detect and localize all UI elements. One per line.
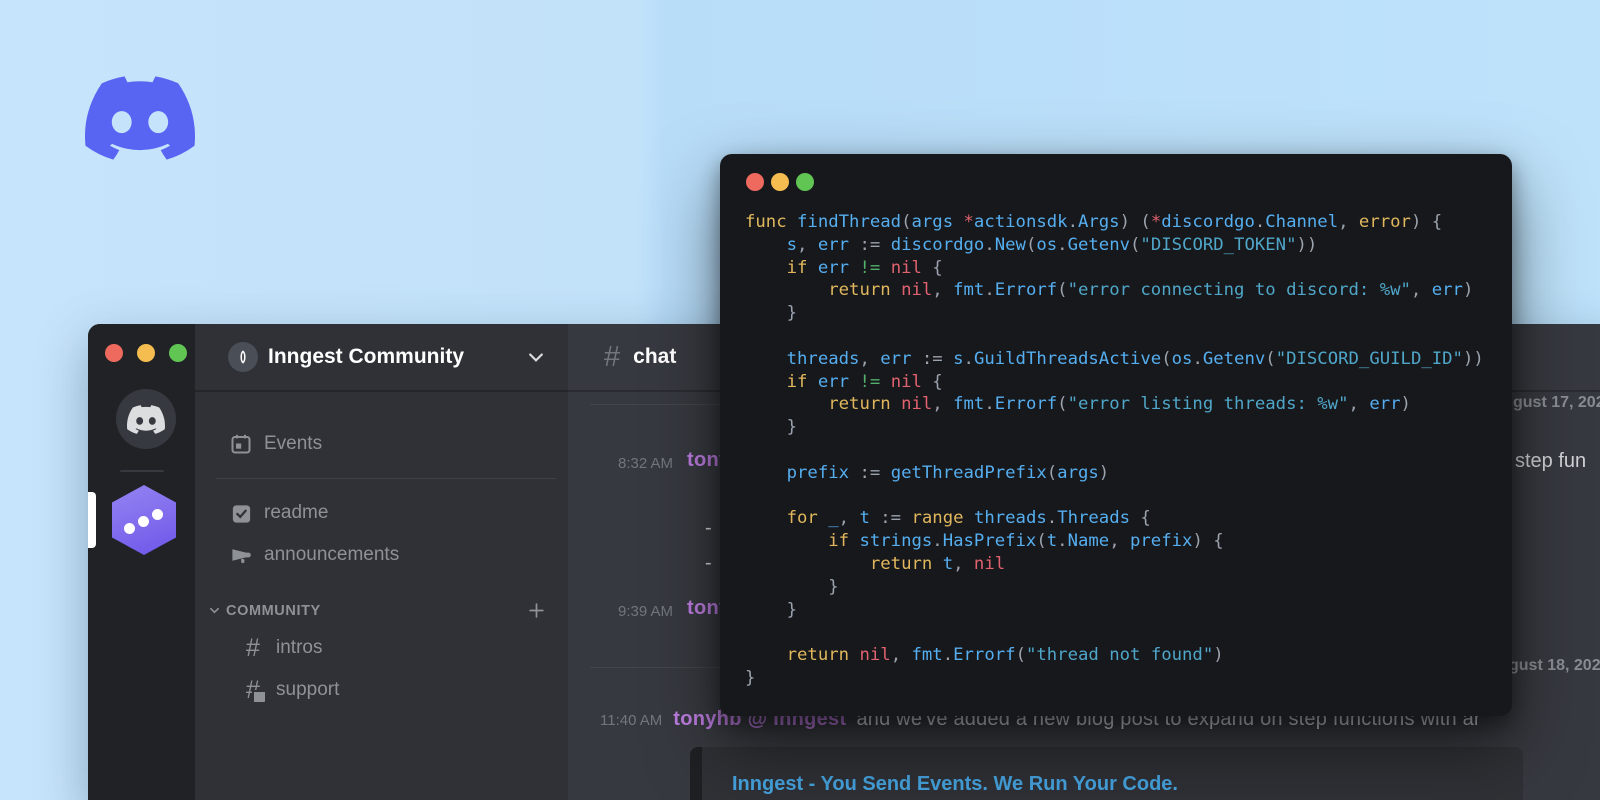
code-line: return t, nil	[869, 553, 1006, 574]
code-line: return nil, fmt.Errorf("thread not found…	[786, 645, 1224, 666]
code-line: }	[745, 599, 798, 620]
server-header[interactable]: Inngest Community	[195, 324, 568, 392]
hash-chat-icon: #	[240, 677, 267, 704]
community-badge-icon	[228, 342, 258, 372]
code-line: if strings.HasPrefix(t.Name, prefix) {	[828, 531, 1224, 552]
list-marker: -	[705, 552, 712, 574]
code-line: if err != nil {	[786, 371, 943, 392]
megaphone-icon	[228, 542, 254, 568]
hash-icon: #	[246, 633, 260, 662]
active-server-pill	[88, 492, 96, 548]
zoom-button[interactable]	[796, 173, 814, 191]
channel-label: announcements	[264, 544, 400, 565]
chat-channel-name: chat	[633, 345, 677, 368]
channel-intros[interactable]: # intros	[228, 628, 556, 668]
server-rail	[88, 324, 195, 800]
list-marker: -	[705, 517, 712, 539]
message-timestamp: 9:39 AM	[618, 603, 674, 620]
channel-announcements[interactable]: announcements	[216, 535, 556, 575]
minimize-button[interactable]	[137, 344, 155, 362]
calendar-icon	[228, 431, 254, 457]
close-button[interactable]	[746, 173, 764, 191]
link-embed: Inngest - You Send Events. We Run Your C…	[690, 747, 1523, 800]
embed-link-title[interactable]: Inngest - You Send Events. We Run Your C…	[732, 773, 1523, 796]
code-line: }	[745, 667, 756, 688]
code-line: }	[745, 576, 839, 597]
date-divider-label: gust 18, 202	[1502, 657, 1600, 675]
code-line: s, err := discordgo.New(os.Getenv("DISCO…	[786, 234, 1318, 255]
code-line: for _, t := range threads.Threads {	[786, 508, 1151, 529]
code-line: return nil, fmt.Errorf("error listing th…	[828, 394, 1411, 415]
channel-support[interactable]: # support	[228, 670, 556, 710]
channel-label: support	[276, 679, 340, 700]
inngest-logo-dot	[152, 509, 163, 520]
message-timestamp: 8:32 AM	[618, 455, 674, 472]
channel-list: Events readme announcements COMMUNITY # …	[195, 392, 568, 712]
minimize-button[interactable]	[771, 173, 789, 191]
discord-logo	[85, 76, 195, 160]
discord-mark-icon	[127, 404, 165, 434]
message-timestamp: 11:40 AM	[600, 712, 663, 729]
close-button[interactable]	[105, 344, 123, 362]
message-text-fragment: step fun	[1515, 450, 1587, 472]
create-channel-plus-icon[interactable]	[527, 601, 546, 620]
code-line: if err != nil {	[786, 257, 943, 278]
rail-separator	[120, 470, 164, 472]
zoom-button[interactable]	[169, 344, 187, 362]
channel-label: Events	[264, 433, 323, 454]
code-line: return nil, fmt.Errorf("error connecting…	[828, 280, 1474, 301]
channel-readme[interactable]: readme	[216, 493, 556, 533]
category-label: COMMUNITY	[226, 602, 321, 619]
inngest-server-button[interactable]	[112, 485, 176, 555]
code-editor-content: func findThread(args *actionsdk.Args) (*…	[745, 211, 1504, 706]
inngest-logo-dot	[124, 523, 135, 534]
channel-label: readme	[264, 502, 329, 523]
inngest-logo-dot	[138, 516, 149, 527]
category-community[interactable]: COMMUNITY	[209, 601, 546, 620]
code-line: }	[745, 303, 798, 324]
readme-check-icon	[228, 500, 254, 526]
channel-events[interactable]: Events	[216, 424, 556, 464]
hero-stage: Inngest Community Events readme announce…	[0, 0, 1600, 800]
date-divider-label: gust 17, 202	[1506, 394, 1600, 412]
server-name: Inngest Community	[268, 345, 465, 368]
code-line: threads, err := s.GuildThreadsActive(os.…	[786, 348, 1484, 369]
code-line: }	[745, 417, 798, 438]
discord-home-button[interactable]	[116, 389, 176, 449]
hash-icon: #	[604, 340, 621, 373]
code-line: func findThread(args *actionsdk.Args) (*…	[745, 212, 1443, 232]
code-window: func findThread(args *actionsdk.Args) (*…	[720, 154, 1512, 716]
chevron-down-icon[interactable]	[526, 347, 546, 367]
sidebar-divider	[216, 478, 556, 479]
channel-label: intros	[276, 637, 323, 658]
channel-sidebar: Inngest Community Events readme announce…	[195, 324, 568, 800]
chevron-down-icon	[210, 607, 219, 614]
code-line: prefix := getThreadPrefix(args)	[786, 462, 1110, 483]
